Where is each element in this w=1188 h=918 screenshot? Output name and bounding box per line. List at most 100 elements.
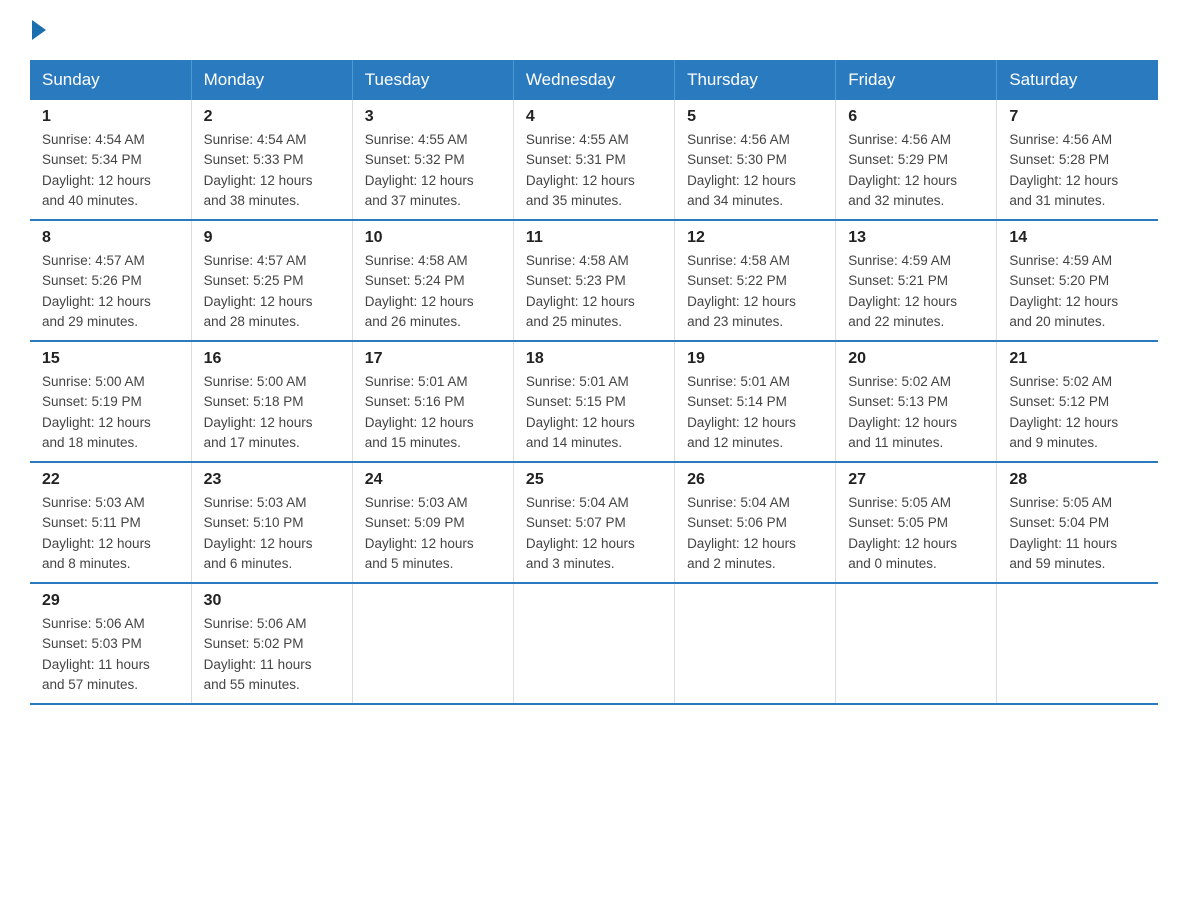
day-info: Sunrise: 4:56 AMSunset: 5:29 PMDaylight:… (848, 130, 984, 211)
header-monday: Monday (191, 60, 352, 100)
week-row-4: 22 Sunrise: 5:03 AMSunset: 5:11 PMDaylig… (30, 462, 1158, 583)
calendar-cell-w3-d4: 18 Sunrise: 5:01 AMSunset: 5:15 PMDaylig… (513, 341, 674, 462)
header-thursday: Thursday (675, 60, 836, 100)
day-number: 18 (526, 350, 662, 368)
week-row-2: 8 Sunrise: 4:57 AMSunset: 5:26 PMDayligh… (30, 220, 1158, 341)
day-info: Sunrise: 4:58 AMSunset: 5:22 PMDaylight:… (687, 251, 823, 332)
day-number: 10 (365, 229, 501, 247)
day-number: 13 (848, 229, 984, 247)
day-info: Sunrise: 5:06 AMSunset: 5:03 PMDaylight:… (42, 614, 179, 695)
day-number: 24 (365, 471, 501, 489)
day-number: 29 (42, 592, 179, 610)
calendar-cell-w5-d3 (352, 583, 513, 704)
day-info: Sunrise: 5:04 AMSunset: 5:07 PMDaylight:… (526, 493, 662, 574)
calendar-cell-w1-d6: 6 Sunrise: 4:56 AMSunset: 5:29 PMDayligh… (836, 100, 997, 220)
day-info: Sunrise: 4:59 AMSunset: 5:21 PMDaylight:… (848, 251, 984, 332)
calendar-cell-w2-d2: 9 Sunrise: 4:57 AMSunset: 5:25 PMDayligh… (191, 220, 352, 341)
calendar-cell-w3-d3: 17 Sunrise: 5:01 AMSunset: 5:16 PMDaylig… (352, 341, 513, 462)
day-info: Sunrise: 4:56 AMSunset: 5:28 PMDaylight:… (1009, 130, 1146, 211)
day-number: 26 (687, 471, 823, 489)
calendar-cell-w1-d4: 4 Sunrise: 4:55 AMSunset: 5:31 PMDayligh… (513, 100, 674, 220)
header-wednesday: Wednesday (513, 60, 674, 100)
calendar-cell-w5-d5 (675, 583, 836, 704)
day-info: Sunrise: 4:58 AMSunset: 5:23 PMDaylight:… (526, 251, 662, 332)
day-info: Sunrise: 5:06 AMSunset: 5:02 PMDaylight:… (204, 614, 340, 695)
calendar-cell-w3-d2: 16 Sunrise: 5:00 AMSunset: 5:18 PMDaylig… (191, 341, 352, 462)
day-number: 3 (365, 108, 501, 126)
day-number: 7 (1009, 108, 1146, 126)
calendar-cell-w4-d1: 22 Sunrise: 5:03 AMSunset: 5:11 PMDaylig… (30, 462, 191, 583)
day-number: 15 (42, 350, 179, 368)
day-info: Sunrise: 5:02 AMSunset: 5:12 PMDaylight:… (1009, 372, 1146, 453)
day-info: Sunrise: 5:03 AMSunset: 5:11 PMDaylight:… (42, 493, 179, 574)
day-number: 5 (687, 108, 823, 126)
day-number: 27 (848, 471, 984, 489)
day-info: Sunrise: 5:00 AMSunset: 5:18 PMDaylight:… (204, 372, 340, 453)
day-info: Sunrise: 4:57 AMSunset: 5:26 PMDaylight:… (42, 251, 179, 332)
calendar-cell-w1-d3: 3 Sunrise: 4:55 AMSunset: 5:32 PMDayligh… (352, 100, 513, 220)
day-info: Sunrise: 5:03 AMSunset: 5:10 PMDaylight:… (204, 493, 340, 574)
day-info: Sunrise: 5:04 AMSunset: 5:06 PMDaylight:… (687, 493, 823, 574)
day-info: Sunrise: 5:03 AMSunset: 5:09 PMDaylight:… (365, 493, 501, 574)
day-info: Sunrise: 4:59 AMSunset: 5:20 PMDaylight:… (1009, 251, 1146, 332)
week-row-5: 29 Sunrise: 5:06 AMSunset: 5:03 PMDaylig… (30, 583, 1158, 704)
calendar-cell-w1-d7: 7 Sunrise: 4:56 AMSunset: 5:28 PMDayligh… (997, 100, 1158, 220)
logo (30, 20, 46, 40)
day-info: Sunrise: 5:01 AMSunset: 5:16 PMDaylight:… (365, 372, 501, 453)
day-number: 11 (526, 229, 662, 247)
day-number: 12 (687, 229, 823, 247)
calendar-table: SundayMondayTuesdayWednesdayThursdayFrid… (30, 60, 1158, 705)
calendar-body: 1 Sunrise: 4:54 AMSunset: 5:34 PMDayligh… (30, 100, 1158, 704)
calendar-cell-w3-d1: 15 Sunrise: 5:00 AMSunset: 5:19 PMDaylig… (30, 341, 191, 462)
calendar-cell-w2-d3: 10 Sunrise: 4:58 AMSunset: 5:24 PMDaylig… (352, 220, 513, 341)
calendar-cell-w1-d1: 1 Sunrise: 4:54 AMSunset: 5:34 PMDayligh… (30, 100, 191, 220)
day-number: 16 (204, 350, 340, 368)
calendar-cell-w2-d4: 11 Sunrise: 4:58 AMSunset: 5:23 PMDaylig… (513, 220, 674, 341)
day-number: 25 (526, 471, 662, 489)
calendar-header: SundayMondayTuesdayWednesdayThursdayFrid… (30, 60, 1158, 100)
calendar-cell-w4-d6: 27 Sunrise: 5:05 AMSunset: 5:05 PMDaylig… (836, 462, 997, 583)
calendar-cell-w3-d7: 21 Sunrise: 5:02 AMSunset: 5:12 PMDaylig… (997, 341, 1158, 462)
day-number: 14 (1009, 229, 1146, 247)
day-info: Sunrise: 5:01 AMSunset: 5:14 PMDaylight:… (687, 372, 823, 453)
header-tuesday: Tuesday (352, 60, 513, 100)
day-number: 23 (204, 471, 340, 489)
day-number: 1 (42, 108, 179, 126)
day-number: 21 (1009, 350, 1146, 368)
header-row: SundayMondayTuesdayWednesdayThursdayFrid… (30, 60, 1158, 100)
header-saturday: Saturday (997, 60, 1158, 100)
day-number: 2 (204, 108, 340, 126)
calendar-cell-w2-d6: 13 Sunrise: 4:59 AMSunset: 5:21 PMDaylig… (836, 220, 997, 341)
calendar-cell-w4-d5: 26 Sunrise: 5:04 AMSunset: 5:06 PMDaylig… (675, 462, 836, 583)
day-info: Sunrise: 5:02 AMSunset: 5:13 PMDaylight:… (848, 372, 984, 453)
day-info: Sunrise: 5:00 AMSunset: 5:19 PMDaylight:… (42, 372, 179, 453)
calendar-cell-w5-d1: 29 Sunrise: 5:06 AMSunset: 5:03 PMDaylig… (30, 583, 191, 704)
day-info: Sunrise: 4:54 AMSunset: 5:34 PMDaylight:… (42, 130, 179, 211)
day-info: Sunrise: 4:54 AMSunset: 5:33 PMDaylight:… (204, 130, 340, 211)
header-sunday: Sunday (30, 60, 191, 100)
calendar-cell-w4-d4: 25 Sunrise: 5:04 AMSunset: 5:07 PMDaylig… (513, 462, 674, 583)
day-number: 30 (204, 592, 340, 610)
day-number: 17 (365, 350, 501, 368)
day-number: 20 (848, 350, 984, 368)
day-number: 9 (204, 229, 340, 247)
day-info: Sunrise: 4:55 AMSunset: 5:32 PMDaylight:… (365, 130, 501, 211)
week-row-1: 1 Sunrise: 4:54 AMSunset: 5:34 PMDayligh… (30, 100, 1158, 220)
calendar-cell-w4-d7: 28 Sunrise: 5:05 AMSunset: 5:04 PMDaylig… (997, 462, 1158, 583)
calendar-cell-w5-d7 (997, 583, 1158, 704)
day-number: 8 (42, 229, 179, 247)
day-info: Sunrise: 5:01 AMSunset: 5:15 PMDaylight:… (526, 372, 662, 453)
calendar-cell-w2-d7: 14 Sunrise: 4:59 AMSunset: 5:20 PMDaylig… (997, 220, 1158, 341)
calendar-cell-w2-d1: 8 Sunrise: 4:57 AMSunset: 5:26 PMDayligh… (30, 220, 191, 341)
day-number: 4 (526, 108, 662, 126)
day-number: 6 (848, 108, 984, 126)
day-info: Sunrise: 5:05 AMSunset: 5:05 PMDaylight:… (848, 493, 984, 574)
day-info: Sunrise: 4:57 AMSunset: 5:25 PMDaylight:… (204, 251, 340, 332)
calendar-cell-w5-d2: 30 Sunrise: 5:06 AMSunset: 5:02 PMDaylig… (191, 583, 352, 704)
calendar-cell-w1-d5: 5 Sunrise: 4:56 AMSunset: 5:30 PMDayligh… (675, 100, 836, 220)
logo-flag-icon (32, 20, 46, 40)
page-header (30, 20, 1158, 40)
week-row-3: 15 Sunrise: 5:00 AMSunset: 5:19 PMDaylig… (30, 341, 1158, 462)
day-info: Sunrise: 4:55 AMSunset: 5:31 PMDaylight:… (526, 130, 662, 211)
day-number: 19 (687, 350, 823, 368)
